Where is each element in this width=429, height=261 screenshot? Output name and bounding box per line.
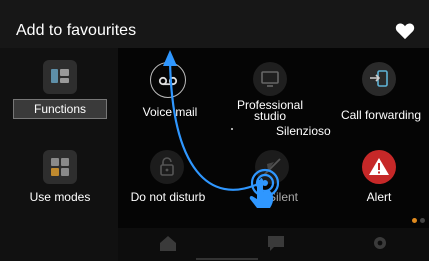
sidebar-item-use-modes[interactable]: Use modes xyxy=(14,148,106,210)
header-bar: Add to favourites xyxy=(0,0,429,48)
voicemail-icon xyxy=(150,62,186,98)
tile-professional-studio[interactable]: Professional studio xyxy=(228,58,312,130)
chat-icon[interactable] xyxy=(266,234,286,252)
settings-icon[interactable] xyxy=(370,234,390,252)
tile-label: Call forwarding xyxy=(340,108,422,122)
home-indicator xyxy=(196,258,258,260)
home-icon[interactable] xyxy=(158,234,178,252)
use-modes-icon xyxy=(43,150,77,184)
app-screen: Add to favourites Functions Use modes Vo… xyxy=(0,0,429,261)
lock-icon xyxy=(150,150,184,184)
drag-gesture-hand-icon xyxy=(244,166,284,214)
functions-icon xyxy=(43,60,77,94)
heart-icon[interactable] xyxy=(395,22,415,40)
tile-voice-mail[interactable]: Voice mail xyxy=(130,58,210,128)
bottom-nav-bar xyxy=(118,228,429,261)
silent-overlay-text: Silenzioso xyxy=(276,124,331,138)
call-forwarding-icon xyxy=(362,62,396,96)
tile-label: Voice mail xyxy=(142,105,198,119)
alert-icon xyxy=(362,150,396,184)
sidebar: Functions Use modes xyxy=(0,48,118,261)
sidebar-item-functions[interactable]: Functions xyxy=(13,60,107,122)
pager-dot-active xyxy=(412,218,417,223)
tile-label: Professional studio xyxy=(236,98,304,123)
tile-do-not-disturb[interactable]: Do not disturb xyxy=(126,148,210,206)
pager-dot xyxy=(420,218,425,223)
drag-ghost-dot xyxy=(231,128,233,130)
page-title: Add to favourites xyxy=(16,22,137,39)
sidebar-item-label: Functions xyxy=(13,99,107,119)
sidebar-item-label: Use modes xyxy=(29,190,91,204)
tile-label: Alert xyxy=(366,190,392,204)
monitor-icon xyxy=(253,62,287,96)
tile-label: Do not disturb xyxy=(130,190,206,204)
tile-call-forwarding[interactable]: Call forwarding xyxy=(336,58,426,128)
tile-alert[interactable]: Alert xyxy=(344,148,414,206)
